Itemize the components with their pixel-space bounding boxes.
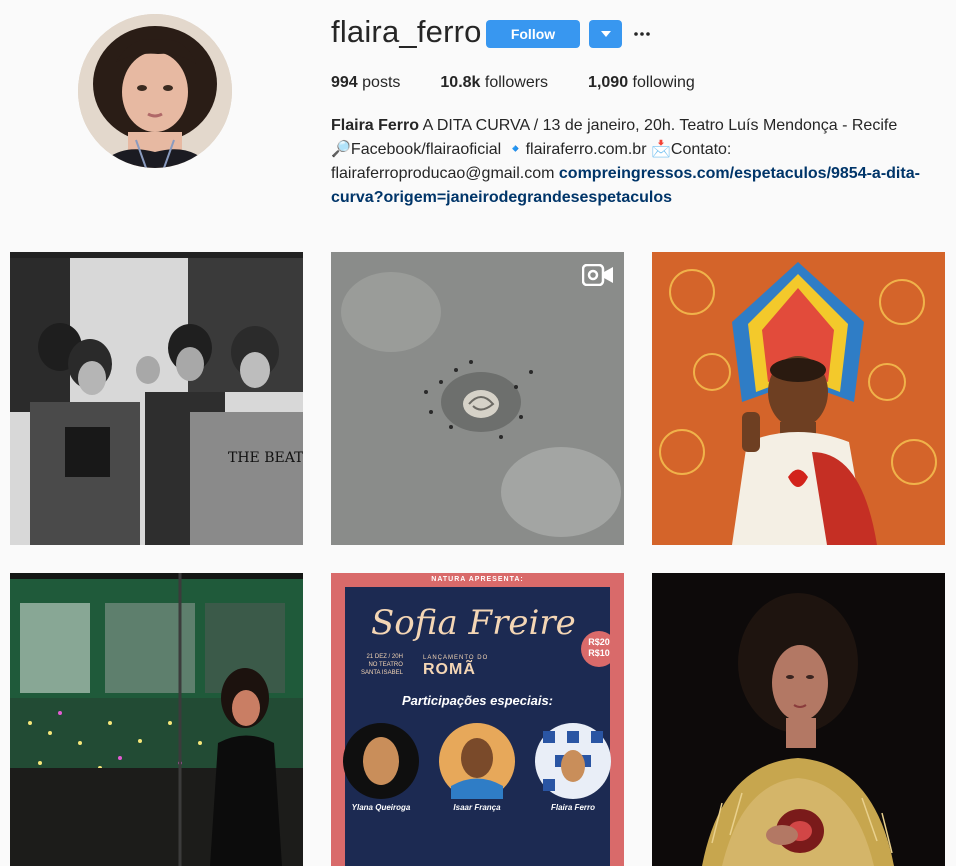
bio-line1: A DITA CURVA / 13 de janeiro, 20h. Teatr… <box>422 117 898 134</box>
followers-value: 10.8k <box>440 74 481 91</box>
more-options-button[interactable] <box>630 22 654 46</box>
followers-count[interactable]: 10.8k followers <box>440 74 548 92</box>
bio-contact: Contato: <box>670 141 732 158</box>
envelope-icon: 📩 <box>650 141 671 158</box>
poster-header: NATURA APRESENTA: <box>431 576 524 583</box>
post-image-jesus-art <box>652 252 945 545</box>
post-tile[interactable] <box>652 252 945 545</box>
posts-label: posts <box>362 74 401 91</box>
post-tile[interactable] <box>652 573 945 866</box>
video-camera-icon <box>582 264 613 286</box>
poster-album: ROMÃ <box>423 661 476 678</box>
poster-price-badge: R$20 R$10 <box>581 631 617 667</box>
poster-guest-photos <box>343 723 611 799</box>
ellipsis-icon <box>634 32 650 36</box>
suggestions-dropdown-button[interactable] <box>589 20 622 48</box>
poster-guest1: Ylana Queiroga <box>351 803 411 812</box>
poster-guests-title: Participações especiais: <box>401 693 554 708</box>
poster-price1: R$20 <box>588 637 610 647</box>
username: flaira_ferro <box>331 14 482 49</box>
profile-bio: Flaira Ferro A DITA CURVA / 13 de janeir… <box>331 114 931 210</box>
post-image-pomegranate-portrait <box>652 573 945 866</box>
diamond-icon: 🔹 <box>505 141 526 158</box>
poster-title: Sofia Freire <box>371 603 576 643</box>
bio-facebook: Facebook/flairaoficial <box>350 141 502 158</box>
poster-venue2: SANTA ISABEL <box>361 670 403 676</box>
tshirt-text: THE BEATLES <box>228 450 303 466</box>
posts-count: 994 posts <box>331 74 400 92</box>
post-tile-video[interactable] <box>331 252 624 545</box>
following-label: following <box>632 74 695 91</box>
bio-email: flairaferroproducao@gmail.com <box>331 165 555 182</box>
poster-date-block: 21 DEZ / 20H NO TEATRO SANTA ISABEL <box>361 653 403 677</box>
profile-avatar[interactable] <box>78 14 232 168</box>
poster-date: 21 DEZ / 20H <box>366 654 403 660</box>
follow-button[interactable]: Follow <box>486 20 580 48</box>
caret-down-icon <box>600 31 611 37</box>
followers-label: followers <box>484 74 549 91</box>
following-count[interactable]: 1,090 following <box>588 74 695 92</box>
full-name: Flaira Ferro <box>331 117 420 134</box>
bio-site: flairaferro.com.br <box>525 141 647 158</box>
poster-price2: R$10 <box>588 648 610 658</box>
following-value: 1,090 <box>588 74 629 91</box>
post-tile[interactable]: THE BEATLES <box>10 252 303 545</box>
profile-stats: 994 posts 10.8k followers 1,090 followin… <box>331 74 735 92</box>
post-tile[interactable] <box>10 573 303 866</box>
avatar-image <box>78 14 232 168</box>
posts-value: 994 <box>331 74 358 91</box>
post-image-bus-night <box>10 573 303 866</box>
search-icon: 🔎 <box>331 141 351 158</box>
post-tile[interactable]: NATURA APRESENTA: Sofia Freire LANÇAMENT… <box>331 573 624 866</box>
poster-guest2: Isaar França <box>453 803 501 812</box>
poster-guest3: Flaira Ferro <box>550 803 595 812</box>
post-image-shell <box>331 252 624 545</box>
post-image-group: THE BEATLES <box>10 252 303 545</box>
poster-venue1: NO TEATRO <box>368 662 403 668</box>
